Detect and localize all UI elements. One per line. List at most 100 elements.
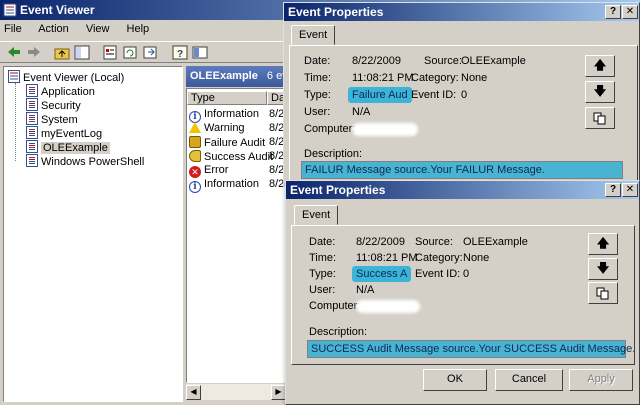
scroll-left-icon[interactable]: ◀ [186, 385, 201, 400]
event-properties-dialog-failure: Event Properties ? ✕ Event Date: 8/22/20… [283, 2, 640, 188]
apply-button[interactable]: Apply [569, 369, 633, 391]
tree-root[interactable]: Event Viewer (Local) [8, 70, 124, 84]
next-event-button[interactable]: 🡇 [588, 258, 618, 280]
event-id-value: 0 [463, 268, 470, 280]
table-row[interactable]: i Information [189, 178, 260, 193]
table-row[interactable]: Failure Audit [189, 136, 265, 150]
type-value: Success A [352, 266, 412, 282]
close-icon[interactable]: ✕ [622, 183, 638, 197]
type-value: Failure Aud [348, 87, 412, 103]
tree-root-label: Event Viewer (Local) [23, 72, 125, 84]
row-type: Warning [204, 122, 245, 134]
column-type[interactable]: Type [187, 91, 267, 105]
tree-connector [15, 83, 16, 161]
time-value: 11:08:21 PM [356, 252, 418, 264]
log-icon [26, 154, 38, 167]
copy-icon[interactable] [588, 282, 618, 304]
export-list-icon[interactable] [142, 45, 158, 60]
tree-item-label: Security [41, 100, 81, 112]
horizontal-scrollbar[interactable]: ◀ ▶ [186, 383, 286, 400]
date-label: Date: [309, 236, 336, 248]
tree-item-application[interactable]: Application [26, 84, 95, 98]
row-date: 8/2 [269, 150, 285, 162]
dialog2-title: Event Properties [290, 183, 386, 197]
log-icon [26, 126, 38, 139]
user-label: User: [309, 284, 336, 296]
view-icon[interactable] [192, 45, 208, 60]
description-text[interactable]: SUCCESS Audit Message source.Your SUCCES… [307, 340, 635, 358]
forward-arrow-icon[interactable] [26, 45, 42, 60]
table-row[interactable]: ✕ Error [189, 164, 228, 178]
ok-button[interactable]: OK [423, 369, 487, 391]
warning-icon [189, 122, 201, 133]
tab-event[interactable]: Event [291, 25, 336, 45]
description-label: Description: [304, 148, 363, 160]
tree-item-system[interactable]: System [26, 112, 78, 126]
source-value: OLEExample [461, 55, 526, 67]
row-date: 8/2 [269, 136, 285, 148]
row-date: 8/2 [269, 164, 285, 176]
type-label: Type: [304, 89, 331, 101]
up-folder-icon[interactable] [54, 45, 70, 60]
event-viewer-icon [3, 3, 17, 17]
menu-file[interactable]: File [4, 23, 22, 35]
source-value: OLEExample [463, 236, 528, 248]
row-type: Failure Audit [204, 137, 266, 149]
row-date: 8/2 [269, 122, 285, 134]
description-label: Description: [309, 326, 368, 338]
tree-item-oleexample[interactable]: OLEExample [26, 140, 110, 154]
table-row[interactable]: i Information [189, 108, 260, 123]
computer-value-redacted [352, 123, 418, 136]
category-value: None [463, 252, 490, 264]
user-label: User: [304, 106, 331, 118]
category-label: Category: [415, 252, 463, 264]
previous-event-button[interactable]: 🡅 [588, 233, 618, 255]
tree-item-security[interactable]: Security [26, 98, 81, 112]
row-type: Error [204, 164, 229, 176]
next-event-button[interactable]: 🡇 [585, 81, 615, 103]
refresh-icon[interactable] [122, 45, 138, 60]
row-type: Information [204, 178, 260, 190]
main-window-title: Event Viewer [20, 3, 95, 17]
help-icon[interactable]: ? [172, 45, 188, 60]
dialog2-titlebar: Event Properties [286, 181, 639, 199]
menu-view[interactable]: View [86, 23, 110, 35]
computer-label: Computer: [304, 123, 356, 135]
computer-label: Computer: [309, 300, 361, 312]
description-text[interactable]: FAILUR Message source.Your FAILUR Messag… [301, 161, 623, 179]
copy-icon[interactable] [585, 107, 615, 129]
tree-item-label: OLEExample [41, 142, 110, 154]
source-label: Source: [415, 236, 453, 248]
log-icon [26, 140, 38, 153]
row-date: 8/2 [269, 178, 285, 190]
row-type: Information [204, 108, 260, 120]
event-viewer-root-icon [8, 70, 20, 83]
show-tree-icon[interactable] [74, 45, 90, 60]
tree-item-label: Application [41, 86, 95, 98]
menu-help[interactable]: Help [127, 23, 150, 35]
help-icon[interactable]: ? [605, 5, 621, 19]
computer-value-redacted [356, 300, 420, 313]
table-row[interactable]: Warning [189, 122, 245, 136]
dialog1-titlebar: Event Properties [284, 3, 639, 21]
table-row[interactable]: Success Audit [189, 150, 273, 164]
cancel-button[interactable]: Cancel [495, 369, 563, 391]
back-arrow-icon[interactable] [6, 45, 22, 60]
dialog1-title: Event Properties [288, 5, 384, 19]
error-icon: ✕ [189, 166, 201, 178]
user-value: N/A [352, 106, 371, 118]
type-label: Type: [309, 268, 336, 280]
tab-event[interactable]: Event [294, 205, 339, 225]
close-icon[interactable]: ✕ [622, 5, 638, 19]
lock-icon [189, 136, 201, 148]
previous-event-button[interactable]: 🡅 [585, 55, 615, 77]
log-icon [26, 112, 38, 125]
help-icon[interactable]: ? [605, 183, 621, 197]
svg-text:?: ? [177, 49, 183, 60]
tree-item-myeventlog[interactable]: myEventLog [26, 126, 102, 140]
panel-header-name: OLEExample [190, 70, 258, 82]
tree-item-windows-powershell[interactable]: Windows PowerShell [26, 154, 144, 168]
properties-icon[interactable] [102, 45, 118, 60]
menu-action[interactable]: Action [38, 23, 69, 35]
scroll-right-icon[interactable]: ▶ [271, 385, 286, 400]
